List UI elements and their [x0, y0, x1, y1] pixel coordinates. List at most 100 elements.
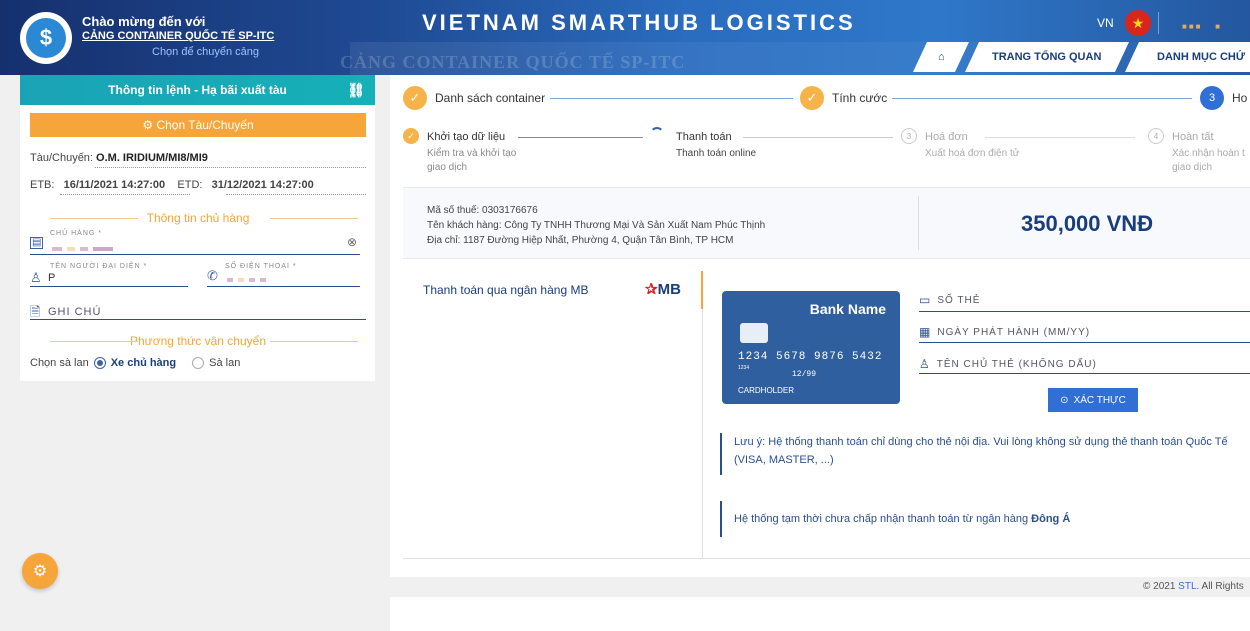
port-name-link[interactable]: CẢNG CONTAINER QUỐC TẾ SP-ITC	[82, 30, 274, 42]
donga-bank-name: Đông Á	[1031, 513, 1071, 525]
total-amount: 350,000 VNĐ	[1021, 211, 1154, 236]
mb-bank-logo: ✰MB	[645, 281, 681, 298]
stl-link[interactable]: STL	[1178, 581, 1196, 592]
welcome-text: Chào mừng đến với	[82, 14, 206, 29]
etd-underline	[226, 194, 366, 195]
vietnam-flag-icon[interactable]: ★	[1125, 10, 1151, 36]
card-number-label: ▭ SỐ THẺ	[919, 293, 981, 307]
stepper-line-2	[892, 98, 1192, 99]
credit-card-icon: ▭	[919, 293, 932, 307]
ship-underline	[95, 167, 366, 168]
card-chip-icon	[740, 323, 768, 343]
card-number-preview: 1234 5678 9876 5432	[738, 351, 883, 363]
etb-underline	[60, 194, 190, 195]
etd-value: 31/12/2021 14:27:00	[211, 179, 314, 191]
payment-divider	[702, 309, 703, 559]
owner-field[interactable]	[30, 254, 360, 255]
substep-line-3	[985, 137, 1135, 138]
person-icon: ♙	[30, 270, 42, 285]
substep-line-1	[518, 137, 643, 138]
substep-4-badge: 4	[1148, 128, 1164, 144]
tax-code: Mã số thuế: 0303176676	[427, 205, 538, 216]
copyright: © 2021 STL. All Rights	[1143, 581, 1244, 592]
card-holder-preview: CARDHOLDER	[738, 386, 795, 395]
customer-address: Địa chỉ: 1187 Đường Hiệp Nhất, Phường 4,…	[427, 235, 734, 246]
etb-etd-row: ETB: 16/11/2021 14:27:00 ETD: 31/12/2021…	[30, 179, 314, 191]
footer-bar	[390, 577, 1250, 597]
language-label[interactable]: VN	[1097, 16, 1114, 30]
mb-star-icon: ✰	[645, 281, 658, 298]
settings-gear-icon[interactable]: ⚙	[22, 553, 58, 589]
step-complete: 3 Ho	[1200, 86, 1247, 110]
transport-section-title: Phương thức vận chuyển	[30, 334, 366, 348]
donga-bank-note: Hệ thống tạm thời chưa chấp nhận thanh t…	[720, 501, 1250, 537]
truck-radio[interactable]	[93, 357, 106, 369]
phone-value-redacted	[227, 278, 266, 282]
substep-payment: Thanh toán Thanh toán online	[676, 131, 757, 159]
representative-value: P	[48, 272, 56, 284]
link-icon[interactable]: ⛓	[347, 82, 365, 99]
step-container-list: ✓ Danh sách container	[403, 86, 545, 110]
top-header: $ Chào mừng đến với CẢNG CONTAINER QUỐC …	[0, 0, 1250, 75]
verify-button[interactable]: ⊙ XÁC THỰC	[1048, 388, 1138, 412]
play-circle-icon: ⊙	[1060, 394, 1069, 406]
ship-value: O.M. IRIDIUM/MI8/MI9	[96, 152, 208, 164]
card-number-input[interactable]	[919, 311, 1250, 312]
transport-radio-row: Chọn sà lan Xe chủ hàng Sà lan	[30, 357, 240, 369]
order-info-title: Thông tin lệnh - Hạ bãi xuất tàu	[108, 83, 287, 97]
user-menu-icon[interactable]: ■■■ ■	[1182, 22, 1222, 31]
card-small-number: 1234	[738, 365, 750, 371]
port-logo[interactable]: $	[20, 12, 72, 64]
card-preview: Bank Name 1234 5678 9876 5432 1234 12/99…	[722, 291, 900, 404]
order-info-header: Thông tin lệnh - Hạ bãi xuất tàu ⛓	[20, 75, 375, 105]
owner-value-redacted	[52, 247, 113, 251]
owner-icon: ▤	[30, 237, 44, 249]
brand-title: VIETNAM SMARTHUB LOGISTICS	[422, 10, 856, 35]
choose-ship-button[interactable]: ⚙ Chọn Tàu/Chuyến	[30, 113, 366, 137]
payment-main: ✓ Danh sách container ✓ Tính cước 3 Ho ✓…	[395, 75, 1250, 577]
owner-section-title: Thông tin chủ hàng	[30, 211, 366, 225]
substep-finish: Hoàn tất Xác nhận hoàn t giao dịch	[1172, 131, 1245, 173]
truck-option-label[interactable]: Xe chủ hàng	[111, 357, 176, 369]
selected-bank-indicator	[701, 271, 703, 309]
calendar-icon: ▦	[919, 325, 932, 339]
phone-field[interactable]	[207, 286, 360, 287]
check-icon: ✓	[403, 86, 427, 110]
phone-label: SỐ ĐIỆN THOẠI *	[225, 263, 297, 270]
substep-1-check-icon: ✓	[403, 128, 419, 144]
barge-option-label[interactable]: Sà lan	[209, 357, 240, 369]
step-3-badge: 3	[1200, 86, 1224, 110]
invoice-info-box: Mã số thuế: 0303176676 Tên khách hàng: C…	[403, 187, 1250, 259]
stepper-line-1	[550, 98, 793, 99]
order-info-panel: Thông tin lệnh - Hạ bãi xuất tàu ⛓ ⚙ Chọ…	[20, 75, 375, 381]
bank-option-mb[interactable]: Thanh toán qua ngân hàng MB	[423, 283, 588, 297]
note-field[interactable]	[30, 319, 366, 320]
substep-invoice: Hoá đơn Xuất hoá đơn điện tử	[925, 131, 1020, 159]
customer-info: Mã số thuế: 0303176676 Tên khách hàng: C…	[427, 203, 765, 248]
card-bank-name: Bank Name	[809, 301, 886, 317]
issue-date-label: ▦ NGÀY PHÁT HÀNH (MM/YY)	[919, 325, 1091, 339]
main-bottom-line	[403, 558, 1250, 559]
representative-label: TÊN NGƯỜI ĐẠI DIỆN *	[50, 263, 148, 270]
check-icon: ✓	[800, 86, 824, 110]
substep-3-badge: 3	[901, 128, 917, 144]
holder-name-input[interactable]	[919, 373, 1250, 374]
header-divider	[1158, 12, 1159, 34]
ship-icon: ⚙	[142, 118, 157, 132]
nav-category[interactable]: DANH MỤC CHỨ	[1125, 42, 1250, 72]
domestic-card-note: Lưu ý: Hệ thống thanh toán chỉ dùng cho …	[720, 433, 1250, 475]
issue-date-input[interactable]	[919, 342, 1250, 343]
clear-owner-icon[interactable]: ⊗	[347, 235, 357, 249]
note-icon: 🗎	[30, 304, 41, 319]
info-divider	[918, 196, 919, 250]
home-icon: ⌂	[937, 51, 945, 63]
barge-radio[interactable]	[192, 357, 205, 369]
loading-spinner-icon	[650, 127, 664, 141]
representative-field[interactable]	[30, 286, 188, 287]
card-expiry-preview: 12/99	[792, 370, 817, 379]
customer-name: Tên khách hàng: Công Ty TNHH Thương Mại …	[427, 220, 766, 231]
substep-init: Khởi tạo dữ liệu Kiểm tra và khởi tạo gi…	[427, 131, 517, 173]
nav-overview[interactable]: TRANG TỔNG QUAN	[965, 42, 1129, 72]
choose-port-link[interactable]: Chọn để chuyển cảng	[152, 46, 259, 58]
ship-row: Tàu/Chuyến: O.M. IRIDIUM/MI8/MI9	[30, 152, 208, 164]
